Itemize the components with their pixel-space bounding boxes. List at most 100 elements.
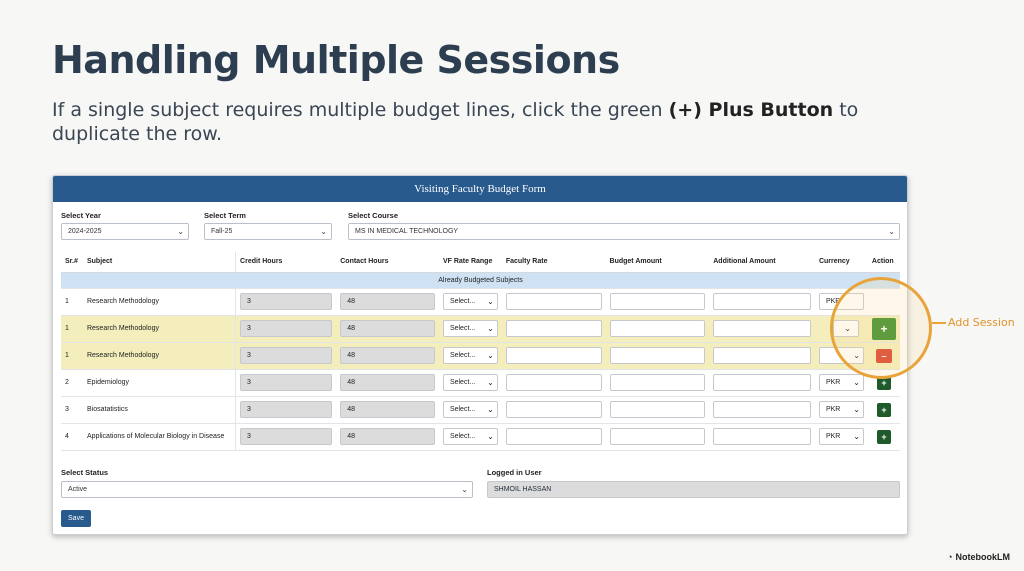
chevron-down-icon: ⌄ <box>177 227 184 236</box>
term-value: Fall-25 <box>211 228 233 235</box>
add-session-button[interactable]: + <box>876 429 891 444</box>
col-sr: Sr.# <box>61 252 83 273</box>
contact-hours-field: 48 <box>340 428 435 445</box>
budget-table: Sr.# Subject Credit Hours Contact Hours … <box>61 252 900 451</box>
chevron-down-icon: ⌄ <box>487 405 494 414</box>
year-select[interactable]: 2024-2025 ⌄ <box>61 223 189 240</box>
col-credit: Credit Hours <box>235 252 337 273</box>
table-row: 1 Research Methodology 3 48 Select... ⌄ ⌄… <box>61 342 900 370</box>
budget-amount-input[interactable] <box>609 320 706 337</box>
additional-amount-input[interactable] <box>713 401 811 418</box>
contact-hours-field: 48 <box>340 320 435 337</box>
term-select[interactable]: Fall-25 ⌄ <box>204 223 332 240</box>
slide-subtitle: If a single subject requires multiple bu… <box>52 98 932 146</box>
user-label: Logged in User <box>487 468 542 477</box>
slide-title: Handling Multiple Sessions <box>52 38 620 82</box>
credit-hours-field: 3 <box>240 320 333 337</box>
chevron-down-icon: ⌄ <box>853 432 860 441</box>
row-sr: 3 <box>61 396 83 424</box>
chevron-down-icon: ⌄ <box>888 227 895 236</box>
subtitle-bold: (+) Plus Button <box>668 99 834 121</box>
currency-select[interactable]: PKR ⌄ <box>818 401 864 418</box>
vf-rate-select[interactable]: Select... ⌄ <box>442 401 498 418</box>
vf-rate-value: Select... <box>449 433 476 440</box>
row-sr: 1 <box>61 288 83 316</box>
vf-rate-value: Select... <box>449 379 476 386</box>
save-button[interactable]: Save <box>61 510 91 527</box>
year-label: Select Year <box>61 211 101 220</box>
faculty-rate-input[interactable] <box>505 293 602 310</box>
credit-hours-field: 3 <box>240 401 333 418</box>
faculty-rate-input[interactable] <box>505 374 602 391</box>
budget-amount-input[interactable] <box>609 293 706 310</box>
row-subject: Research Methodology <box>82 315 237 343</box>
additional-amount-input[interactable] <box>713 347 811 364</box>
additional-amount-input[interactable] <box>713 293 811 310</box>
chevron-down-icon: ⌄ <box>320 227 327 236</box>
vf-rate-select[interactable]: Select... ⌄ <box>442 428 498 445</box>
course-select[interactable]: MS IN MEDICAL TECHNOLOGY ⌄ <box>348 223 900 240</box>
row-subject: Applications of Molecular Biology in Dis… <box>82 423 237 451</box>
col-subject: Subject <box>82 252 237 273</box>
table-row: 2 Epidemiology 3 48 Select... ⌄ PKR ⌄ + <box>61 369 900 397</box>
slide: Handling Multiple Sessions If a single s… <box>0 0 1024 571</box>
credit-hours-field: 3 <box>240 293 333 310</box>
budget-amount-input[interactable] <box>609 347 706 364</box>
budget-amount-input[interactable] <box>609 374 706 391</box>
vf-rate-value: Select... <box>449 325 476 332</box>
col-contact: Contact Hours <box>336 252 439 273</box>
credit-hours-field: 3 <box>240 428 333 445</box>
row-sr: 4 <box>61 423 83 451</box>
col-action: Action <box>867 252 900 273</box>
vf-rate-value: Select... <box>449 352 476 359</box>
status-value: Active <box>68 486 88 493</box>
budget-amount-input[interactable] <box>609 401 706 418</box>
chevron-down-icon: ⌄ <box>487 324 494 333</box>
currency-value: PKR <box>825 379 841 386</box>
contact-hours-field: 48 <box>340 347 435 364</box>
additional-amount-input[interactable] <box>713 320 811 337</box>
additional-amount-input[interactable] <box>713 428 811 445</box>
year-value: 2024-2025 <box>68 228 102 235</box>
row-sr: 1 <box>61 342 83 370</box>
chevron-down-icon: ⌄ <box>487 432 494 441</box>
faculty-rate-input[interactable] <box>505 320 602 337</box>
col-currency: Currency <box>814 252 868 273</box>
currency-select[interactable]: PKR ⌄ <box>818 428 864 445</box>
additional-amount-input[interactable] <box>713 374 811 391</box>
course-label: Select Course <box>348 211 399 220</box>
vf-rate-select[interactable]: Select... ⌄ <box>442 293 498 310</box>
highlight-circle <box>830 277 932 379</box>
row-subject: Epidemiology <box>82 369 237 397</box>
budget-amount-input[interactable] <box>609 428 706 445</box>
callout-label: Add Session <box>948 316 1015 329</box>
vf-rate-select[interactable]: Select... ⌄ <box>442 320 498 337</box>
table-row: 1 Research Methodology 3 48 Select... ⌄ ⌄… <box>61 315 900 343</box>
credit-hours-field: 3 <box>240 347 333 364</box>
add-session-button[interactable]: + <box>876 402 891 417</box>
table-header-row: Sr.# Subject Credit Hours Contact Hours … <box>61 252 900 273</box>
brand-label: ◔ NotebookLM <box>947 552 1010 562</box>
form-header: Visiting Faculty Budget Form <box>53 176 907 202</box>
table-row: 3 Biosatatistics 3 48 Select... ⌄ PKR ⌄ + <box>61 396 900 424</box>
faculty-rate-input[interactable] <box>505 401 602 418</box>
row-subject: Biosatatistics <box>82 396 237 424</box>
row-sr: 2 <box>61 369 83 397</box>
col-additional: Additional Amount <box>709 252 815 273</box>
faculty-rate-input[interactable] <box>505 347 602 364</box>
status-label: Select Status <box>61 468 109 477</box>
callout-line <box>932 322 946 324</box>
faculty-rate-input[interactable] <box>505 428 602 445</box>
group-label: Already Budgeted Subjects <box>61 272 900 289</box>
currency-select[interactable]: PKR ⌄ <box>818 374 864 391</box>
course-value: MS IN MEDICAL TECHNOLOGY <box>355 228 459 235</box>
vf-rate-value: Select... <box>449 298 476 305</box>
status-select[interactable]: Active ⌄ <box>61 481 473 498</box>
vf-rate-value: Select... <box>449 406 476 413</box>
row-subject: Research Methodology <box>82 342 237 370</box>
contact-hours-field: 48 <box>340 401 435 418</box>
vf-rate-select[interactable]: Select... ⌄ <box>442 374 498 391</box>
vf-rate-select[interactable]: Select... ⌄ <box>442 347 498 364</box>
notebooklm-logo-icon: ◔ <box>947 552 953 562</box>
group-row: Already Budgeted Subjects <box>61 272 900 289</box>
